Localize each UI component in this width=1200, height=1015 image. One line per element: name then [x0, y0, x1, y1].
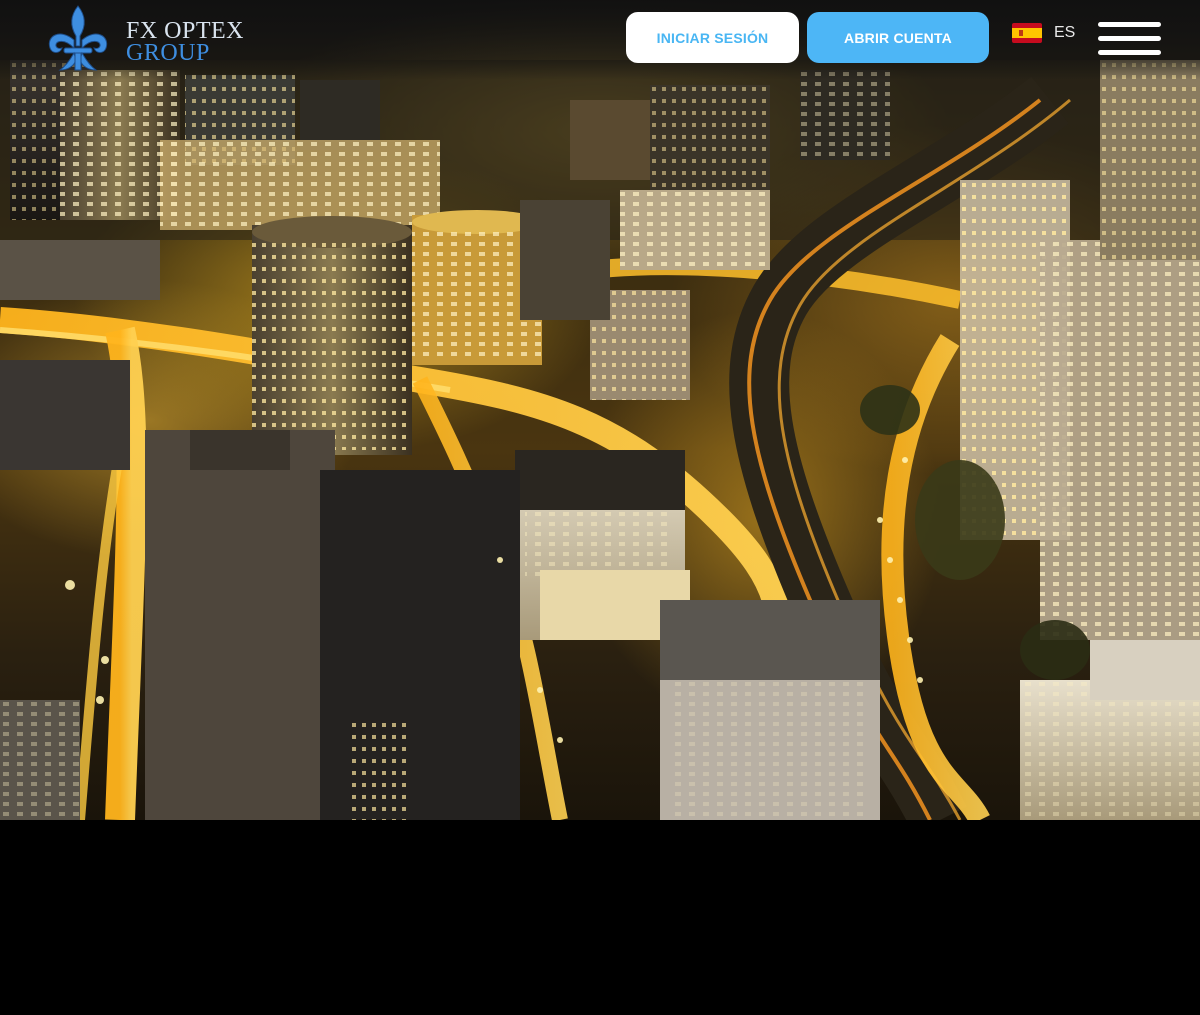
logo-line-2: GROUP: [126, 40, 210, 66]
page: FX OPTEX GROUP INICIAR SESIÓN ABRIR CUEN…: [0, 0, 1200, 1015]
login-button[interactable]: INICIAR SESIÓN: [626, 12, 799, 63]
hamburger-menu-icon[interactable]: [1098, 22, 1161, 56]
menu-bar: [1098, 36, 1161, 41]
logo[interactable]: FX OPTEX GROUP: [40, 2, 260, 78]
logo-line-1: FX OPTEX: [126, 18, 245, 44]
hero-video: [0, 0, 1200, 820]
language-selector[interactable]: ES: [1012, 20, 1075, 46]
menu-bar: [1098, 22, 1161, 27]
fleur-de-lis-icon: [48, 5, 108, 71]
site-header: FX OPTEX GROUP INICIAR SESIÓN ABRIR CUEN…: [0, 0, 1200, 80]
spain-flag-icon: [1012, 23, 1042, 43]
logo-text: FX OPTEX GROUP: [126, 18, 245, 66]
night-city-image: [0, 60, 1200, 820]
black-area: [0, 820, 1200, 1015]
language-code: ES: [1054, 24, 1076, 41]
menu-bar: [1098, 50, 1161, 55]
open-account-button[interactable]: ABRIR CUENTA: [807, 12, 989, 63]
